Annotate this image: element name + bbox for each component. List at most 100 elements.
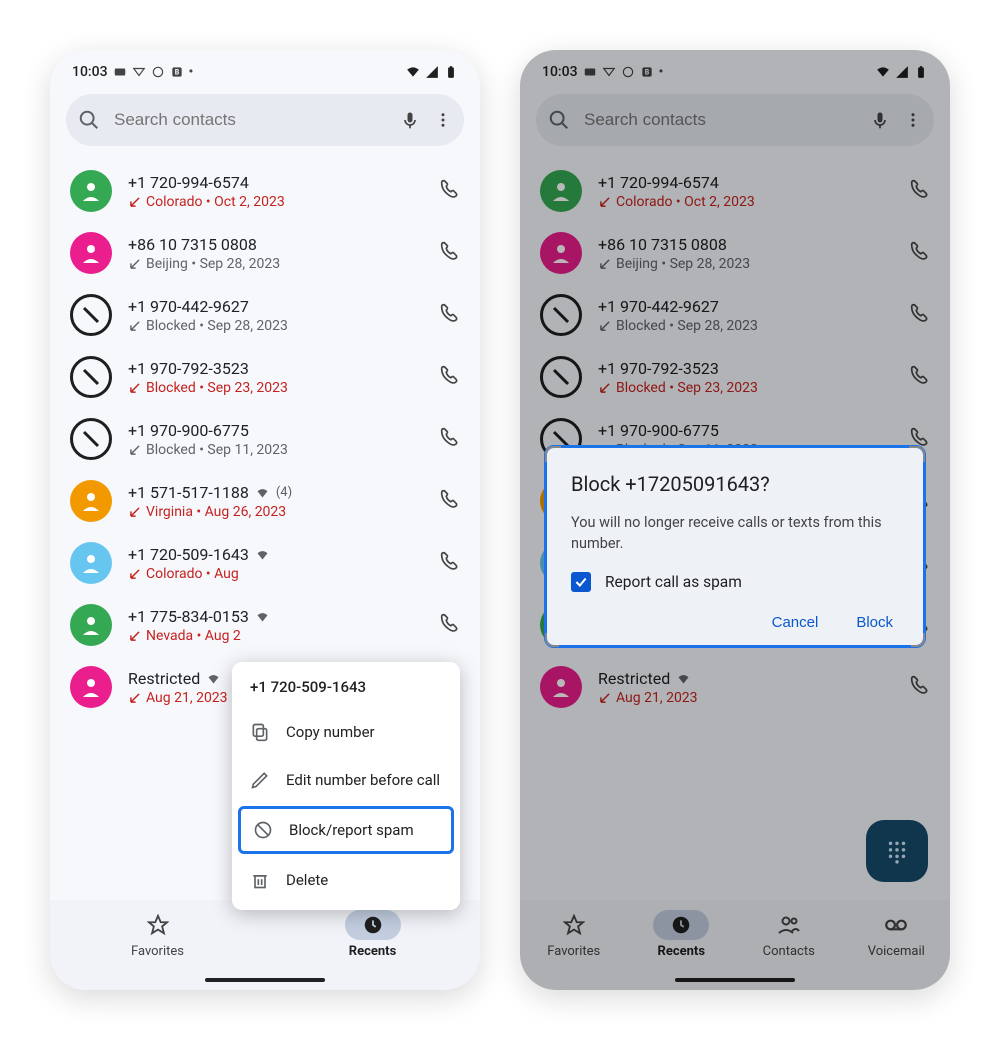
call-subtext: Blocked • Sep 28, 2023: [128, 318, 422, 334]
call-subtext: Colorado • Aug: [128, 566, 422, 582]
call-row[interactable]: +1 970-442-9627 Blocked • Sep 28, 2023: [520, 284, 950, 346]
phone-screen-2: 10:03 B • +1 720-994-6574 Colorado • Oct…: [520, 50, 950, 990]
avatar: [540, 666, 582, 708]
call-button[interactable]: [438, 364, 460, 390]
call-subtext: Blocked • Sep 23, 2023: [598, 380, 892, 396]
avatar: [70, 232, 112, 274]
avatar: [70, 480, 112, 522]
phone-screen-1: 10:03 B • +1 720-994-6574 Colorado • Oct…: [50, 50, 480, 990]
menu-copy-number[interactable]: Copy number: [232, 708, 460, 756]
home-indicator: [205, 978, 325, 982]
mic-icon[interactable]: [400, 110, 420, 130]
nav-favorites[interactable]: Favorites: [104, 910, 212, 959]
call-row[interactable]: +1 720-509-1643 Colorado • Aug: [50, 532, 480, 594]
call-subtext: Blocked • Sep 28, 2023: [598, 318, 892, 334]
search-input[interactable]: [114, 110, 386, 130]
signal-icon: [425, 65, 439, 79]
dialog-block-button[interactable]: Block: [856, 614, 893, 631]
search-icon: [78, 109, 100, 131]
status-bar: 10:03 B •: [50, 50, 480, 88]
call-number: +1 571-517-1188 (4): [128, 483, 422, 502]
call-number: +1 720-994-6574: [598, 173, 892, 192]
call-row[interactable]: +86 10 7315 0808 Beijing • Sep 28, 2023: [520, 222, 950, 284]
context-menu: +1 720-509-1643 Copy number Edit number …: [232, 662, 460, 910]
bottom-nav: Favorites Recents Contacts Voicemail: [520, 900, 950, 990]
call-button[interactable]: [908, 302, 930, 328]
call-row[interactable]: +1 720-994-6574 Colorado • Oct 2, 2023: [50, 160, 480, 222]
call-row[interactable]: +1 571-517-1188 (4) Virginia • Aug 26, 2…: [50, 470, 480, 532]
checkbox-checked-icon: [571, 572, 591, 592]
blocked-icon: [540, 356, 582, 398]
call-button[interactable]: [908, 364, 930, 390]
nav-recents[interactable]: Recents: [319, 910, 427, 959]
call-subtext: Colorado • Oct 2, 2023: [598, 194, 892, 210]
call-row[interactable]: +1 970-792-3523 Blocked • Sep 23, 2023: [50, 346, 480, 408]
call-number: +1 970-442-9627: [598, 297, 892, 316]
menu-delete[interactable]: Delete: [232, 856, 460, 904]
call-button[interactable]: [438, 488, 460, 514]
call-number: +1 970-900-6775: [598, 421, 892, 440]
report-spam-checkbox[interactable]: Report call as spam: [571, 572, 899, 592]
blocked-icon: [70, 356, 112, 398]
dialog-cancel-button[interactable]: Cancel: [772, 614, 819, 631]
dialpad-fab[interactable]: [866, 820, 928, 882]
avatar: [70, 170, 112, 212]
nav-contacts[interactable]: Contacts: [735, 910, 843, 959]
call-row[interactable]: +1 970-792-3523 Blocked • Sep 23, 2023: [520, 346, 950, 408]
wifi-icon: [406, 65, 420, 79]
call-number: +1 720-509-1643: [128, 545, 422, 564]
call-number: Restricted: [598, 669, 892, 688]
svg-text:B: B: [644, 68, 649, 76]
more-icon[interactable]: [904, 111, 922, 129]
svg-text:B: B: [174, 68, 179, 76]
search-bar[interactable]: [66, 94, 464, 146]
call-number: +1 970-442-9627: [128, 297, 422, 316]
call-row[interactable]: +1 970-900-6775 Blocked • Sep 11, 2023: [50, 408, 480, 470]
call-row[interactable]: +1 720-994-6574 Colorado • Oct 2, 2023: [520, 160, 950, 222]
call-button[interactable]: [438, 178, 460, 204]
call-button[interactable]: [438, 240, 460, 266]
search-input[interactable]: [584, 110, 856, 130]
nav-favorites[interactable]: Favorites: [520, 910, 628, 959]
call-row[interactable]: Restricted Aug 21, 2023: [520, 656, 950, 718]
blocked-icon: [540, 294, 582, 336]
search-bar[interactable]: [536, 94, 934, 146]
menu-edit-number[interactable]: Edit number before call: [232, 756, 460, 804]
avatar: [70, 604, 112, 646]
call-row[interactable]: +1 970-442-9627 Blocked • Sep 28, 2023: [50, 284, 480, 346]
call-subtext: Virginia • Aug 26, 2023: [128, 504, 422, 520]
call-number: +1 970-792-3523: [598, 359, 892, 378]
avatar: [70, 666, 112, 708]
call-number: +86 10 7315 0808: [128, 235, 422, 254]
dialog-title: Block +17205091643?: [571, 472, 899, 496]
battery-icon: [444, 65, 458, 79]
call-button[interactable]: [438, 612, 460, 638]
search-icon: [548, 109, 570, 131]
call-number: +86 10 7315 0808: [598, 235, 892, 254]
call-button[interactable]: [438, 302, 460, 328]
call-button[interactable]: [908, 178, 930, 204]
call-button[interactable]: [908, 240, 930, 266]
call-subtext: Blocked • Sep 23, 2023: [128, 380, 422, 396]
avatar: [70, 542, 112, 584]
menu-block-report-spam[interactable]: Block/report spam: [238, 806, 454, 854]
blocked-icon: [70, 418, 112, 460]
dialog-body: You will no longer receive calls or text…: [571, 512, 899, 554]
more-icon[interactable]: [434, 111, 452, 129]
call-subtext: Nevada • Aug 2: [128, 628, 422, 644]
call-button[interactable]: [908, 674, 930, 700]
call-button[interactable]: [438, 426, 460, 452]
call-number: +1 775-834-0153: [128, 607, 422, 626]
status-time: 10:03: [72, 64, 108, 80]
recent-calls-list[interactable]: +1 720-994-6574 Colorado • Oct 2, 2023+8…: [50, 156, 480, 722]
call-button[interactable]: [438, 550, 460, 576]
status-bar: 10:03 B •: [520, 50, 950, 88]
nav-voicemail[interactable]: Voicemail: [843, 910, 951, 959]
call-row[interactable]: +1 775-834-0153 Nevada • Aug 2: [50, 594, 480, 656]
bottom-nav: Favorites Recents: [50, 900, 480, 990]
mic-icon[interactable]: [870, 110, 890, 130]
nav-recents[interactable]: Recents: [628, 910, 736, 959]
context-menu-title: +1 720-509-1643: [232, 676, 460, 708]
call-number: +1 720-994-6574: [128, 173, 422, 192]
call-row[interactable]: +86 10 7315 0808 Beijing • Sep 28, 2023: [50, 222, 480, 284]
